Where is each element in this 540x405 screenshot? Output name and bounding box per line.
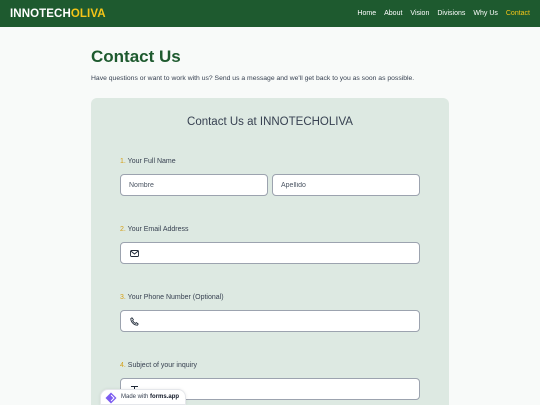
email-field[interactable] xyxy=(120,242,420,264)
phone-input[interactable] xyxy=(143,317,419,325)
question-number: 4. xyxy=(120,362,126,369)
brand-accent: OLIVA xyxy=(70,7,106,20)
last-name-input[interactable] xyxy=(281,181,419,189)
email-input[interactable] xyxy=(143,249,419,257)
brand-main: INNOTECH xyxy=(10,7,71,20)
question-subject-label: 4. Subject of your inquiry xyxy=(120,362,197,369)
question-number: 3. xyxy=(120,294,126,301)
nav-link-divisions[interactable]: Divisions xyxy=(437,10,465,17)
question-text: Your Email Address xyxy=(127,226,189,233)
forms-app-logo-icon xyxy=(105,391,117,404)
top-navbar: INNOTECHOLIVA Home About Vision Division… xyxy=(0,0,540,27)
nav-link-home[interactable]: Home xyxy=(357,10,376,17)
badge-text: Made with forms.app xyxy=(121,394,179,400)
nav-link-contact[interactable]: Contact xyxy=(506,10,530,17)
question-phone-label: 3. Your Phone Number (Optional) xyxy=(120,294,224,301)
phone-icon xyxy=(129,316,139,326)
intro-text: Have questions or want to work with us? … xyxy=(91,75,415,82)
nav-link-why-us[interactable]: Why Us xyxy=(473,10,498,17)
question-text: Your Phone Number (Optional) xyxy=(127,294,224,301)
last-name-field[interactable] xyxy=(272,174,420,196)
question-number: 1. xyxy=(120,158,126,165)
nav-link-about[interactable]: About xyxy=(384,10,402,17)
badge-brand: forms.app xyxy=(150,394,180,400)
question-email-label: 2. Your Email Address xyxy=(120,226,189,233)
question-full-name-label: 1. Your Full Name xyxy=(120,158,176,165)
nav-link-vision[interactable]: Vision xyxy=(410,10,429,17)
first-name-input[interactable] xyxy=(129,181,267,189)
question-number: 2. xyxy=(120,226,126,233)
first-name-field[interactable] xyxy=(120,174,268,196)
nav-links: Home About Vision Divisions Why Us Conta… xyxy=(357,0,530,27)
badge-prefix: Made with xyxy=(121,394,149,400)
envelope-icon xyxy=(129,248,139,258)
form-title: Contact Us at INNOTECHOLIVA xyxy=(187,116,353,128)
made-with-forms-app-badge[interactable]: Made with forms.app xyxy=(100,389,187,405)
contact-form-card: Contact Us at INNOTECHOLIVA 1. Your Full… xyxy=(91,98,449,405)
question-text: Subject of your inquiry xyxy=(127,362,198,369)
phone-field[interactable] xyxy=(120,310,420,332)
brand-logo[interactable]: INNOTECHOLIVA xyxy=(10,8,106,20)
question-text: Your Full Name xyxy=(127,158,176,165)
page-title: Contact Us xyxy=(91,47,181,66)
